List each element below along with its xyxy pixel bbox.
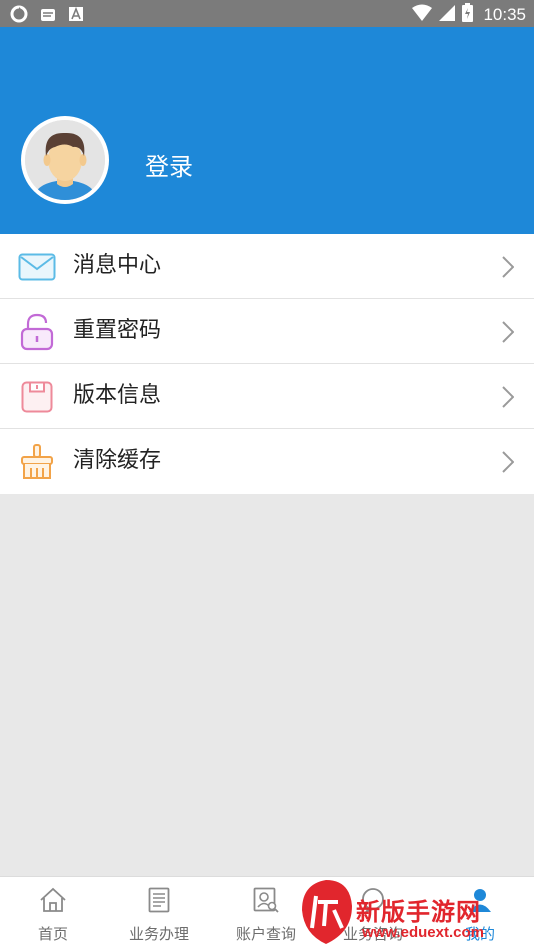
watermark-url: www.eduext.com bbox=[362, 924, 484, 941]
font-icon bbox=[68, 6, 84, 26]
avatar[interactable] bbox=[21, 116, 109, 204]
profile-header: 登录 bbox=[0, 27, 534, 234]
wifi-icon bbox=[412, 4, 433, 26]
save-icon bbox=[18, 378, 56, 416]
status-bar: 10:35 bbox=[0, 0, 534, 27]
watermark-text: 新版手游网 bbox=[356, 898, 481, 926]
settings-menu: 消息中心 重置密码 版本信息 清除缓存 bbox=[0, 234, 534, 494]
menu-item-clear-cache[interactable]: 清除缓存 bbox=[0, 429, 534, 494]
tab-business[interactable]: 业务办理 bbox=[106, 885, 212, 944]
broom-icon bbox=[18, 443, 56, 481]
clock: 10:35 bbox=[483, 4, 526, 24]
menu-item-label: 重置密码 bbox=[73, 318, 162, 343]
menu-item-message-center[interactable]: 消息中心 bbox=[0, 234, 534, 299]
chevron-right-icon bbox=[502, 451, 515, 477]
chevron-right-icon bbox=[502, 256, 515, 282]
menu-item-label: 清除缓存 bbox=[73, 448, 162, 473]
tab-home[interactable]: 首页 bbox=[0, 885, 106, 944]
home-icon bbox=[0, 885, 106, 915]
menu-item-reset-password[interactable]: 重置密码 bbox=[0, 299, 534, 364]
mail-icon bbox=[18, 248, 56, 286]
menu-item-label: 消息中心 bbox=[73, 253, 162, 278]
sync-icon bbox=[10, 5, 28, 27]
document-icon bbox=[106, 885, 212, 915]
tab-label: 首页 bbox=[37, 925, 68, 943]
login-link[interactable]: 登录 bbox=[145, 147, 193, 182]
user-avatar-icon bbox=[25, 120, 105, 200]
message-icon bbox=[40, 7, 56, 26]
signal-icon bbox=[438, 4, 456, 26]
watermark-logo bbox=[302, 880, 352, 944]
menu-item-label: 版本信息 bbox=[73, 383, 162, 408]
battery-icon bbox=[462, 3, 474, 26]
chevron-right-icon bbox=[502, 321, 515, 347]
watermark: 新版手游网 www.eduext.com bbox=[296, 876, 532, 948]
tab-label: 业务办理 bbox=[128, 925, 189, 943]
lock-icon bbox=[18, 313, 56, 351]
menu-item-version-info[interactable]: 版本信息 bbox=[0, 364, 534, 429]
chevron-right-icon bbox=[502, 386, 515, 412]
